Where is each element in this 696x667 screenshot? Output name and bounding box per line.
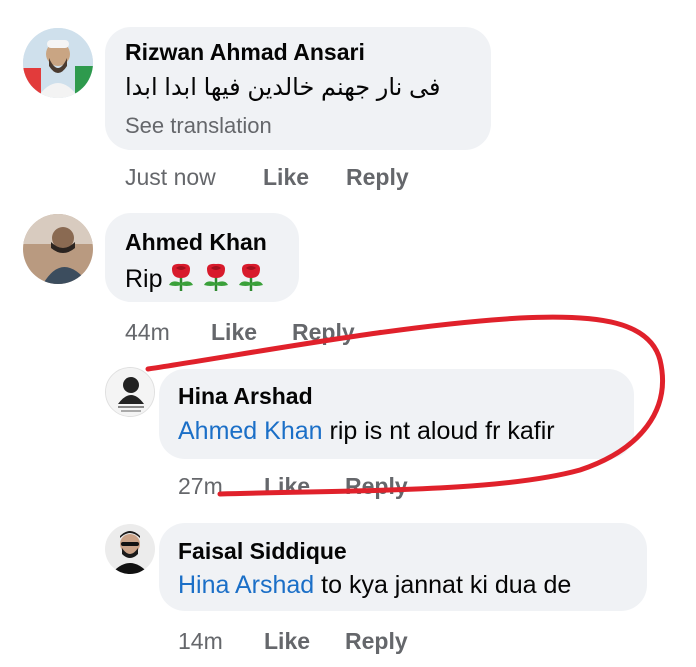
like-button[interactable]: Like	[263, 164, 309, 191]
comment-text-row: Ahmed Khan rip is nt aloud fr kafir	[178, 417, 555, 446]
avatar-photo-icon	[23, 28, 93, 98]
mention-link[interactable]: Ahmed Khan	[178, 417, 323, 445]
avatar-photo-icon	[23, 214, 93, 284]
comment-author[interactable]: Hina Arshad	[178, 383, 313, 410]
like-button[interactable]: Like	[211, 319, 257, 346]
avatar-photo-icon	[105, 524, 155, 574]
comment-author[interactable]: Faisal Siddique	[178, 538, 347, 565]
rose-emoji-icon	[164, 261, 198, 296]
avatar[interactable]	[105, 524, 155, 574]
reply-button[interactable]: Reply	[345, 628, 408, 655]
comment-timestamp[interactable]: Just now	[125, 164, 216, 191]
like-button[interactable]: Like	[264, 473, 310, 500]
comment-author[interactable]: Rizwan Ahmad Ansari	[125, 39, 365, 66]
avatar[interactable]	[23, 214, 93, 284]
rose-emoji-icon	[234, 261, 268, 296]
comment-author[interactable]: Ahmed Khan	[125, 229, 267, 256]
see-translation-link[interactable]: See translation	[125, 113, 272, 139]
comment-text: Rip	[125, 265, 163, 293]
avatar[interactable]	[23, 28, 93, 98]
comment-timestamp[interactable]: 14m	[178, 628, 223, 655]
comment-text: فی نار جھنم خالدین فیھا ابدا ابدا	[125, 74, 441, 101]
comment-text: rip is nt aloud fr kafir	[322, 417, 555, 445]
rose-emoji-icon	[199, 261, 233, 296]
comment-text-row: Rip	[125, 261, 268, 296]
reply-button[interactable]: Reply	[346, 164, 409, 191]
avatar-photo-icon	[106, 368, 154, 416]
mention-link[interactable]: Hina Arshad	[178, 571, 314, 599]
reply-button[interactable]: Reply	[345, 473, 408, 500]
comment-timestamp[interactable]: 27m	[178, 473, 223, 500]
like-button[interactable]: Like	[264, 628, 310, 655]
reply-button[interactable]: Reply	[292, 319, 355, 346]
comment-text: to kya jannat ki dua de	[314, 571, 572, 599]
comment-timestamp[interactable]: 44m	[125, 319, 170, 346]
comment-text-row: Hina Arshad to kya jannat ki dua de	[178, 571, 571, 600]
avatar[interactable]	[105, 367, 155, 417]
comment-thread: Rizwan Ahmad Ansari فی نار جھنم خالدین ف…	[0, 0, 696, 667]
